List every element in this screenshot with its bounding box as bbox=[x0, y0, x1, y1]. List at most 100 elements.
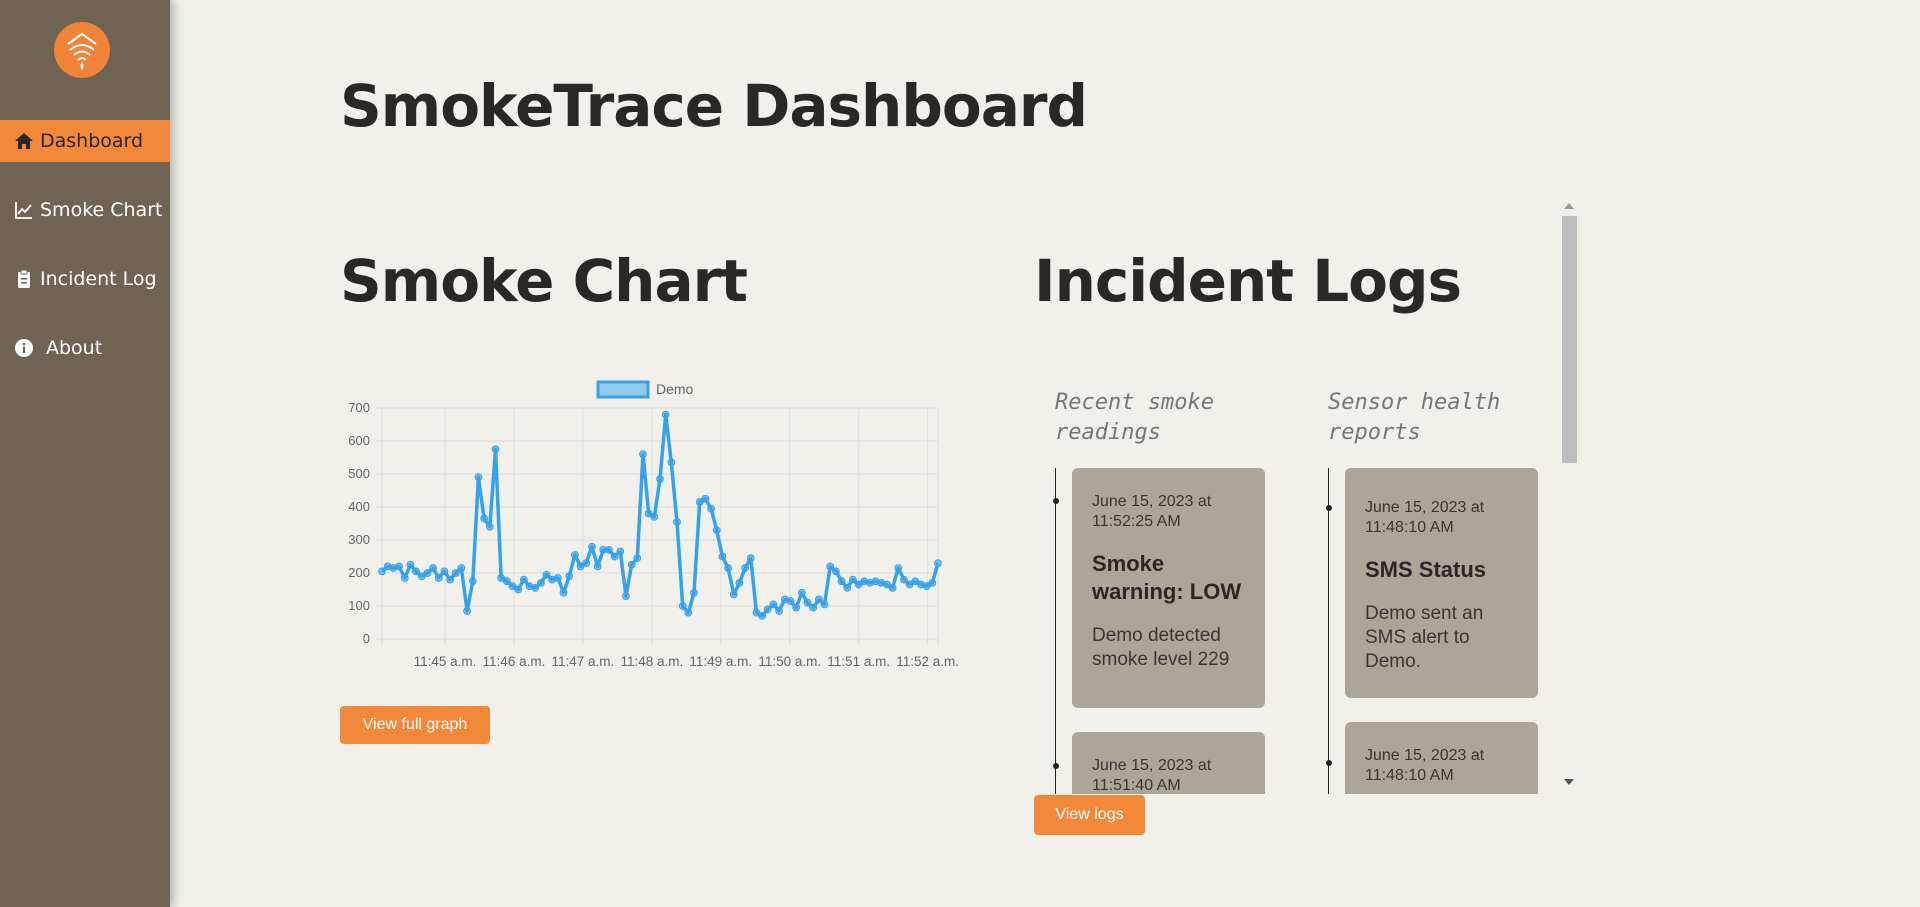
scrollbar-thumb[interactable] bbox=[1562, 216, 1577, 463]
data-point[interactable] bbox=[429, 564, 437, 572]
data-point[interactable] bbox=[622, 592, 630, 601]
data-point[interactable] bbox=[769, 600, 778, 609]
page-title: SmokeTrace Dashboard bbox=[340, 72, 1088, 140]
data-point[interactable] bbox=[542, 570, 551, 579]
log-card[interactable]: June 15, 2023 at 11:48:10 AM bbox=[1345, 722, 1538, 794]
data-point[interactable] bbox=[786, 597, 795, 605]
data-point[interactable] bbox=[463, 607, 472, 615]
data-point[interactable] bbox=[656, 475, 664, 483]
data-point[interactable] bbox=[792, 603, 801, 612]
data-point[interactable] bbox=[588, 542, 596, 551]
data-point[interactable] bbox=[457, 564, 466, 572]
nav-item-label: Smoke Chart bbox=[40, 199, 163, 221]
data-point[interactable] bbox=[514, 585, 523, 594]
data-point[interactable] bbox=[519, 575, 528, 584]
data-point[interactable] bbox=[712, 526, 721, 535]
series-line bbox=[380, 412, 940, 618]
data-point[interactable] bbox=[468, 577, 477, 586]
data-point[interactable] bbox=[684, 608, 693, 617]
nav-item-incident-log[interactable]: Incident Log bbox=[0, 258, 170, 300]
data-point[interactable] bbox=[673, 517, 681, 526]
data-point[interactable] bbox=[502, 577, 511, 586]
log-card-timestamp: June 15, 2023 at 11:52:25 AM bbox=[1092, 493, 1212, 530]
data-point[interactable] bbox=[894, 564, 903, 572]
data-point[interactable] bbox=[616, 547, 625, 556]
data-point[interactable] bbox=[559, 588, 568, 597]
data-point[interactable] bbox=[729, 590, 738, 599]
view-full-graph-button[interactable]: View full graph bbox=[340, 706, 490, 744]
data-point[interactable] bbox=[724, 564, 732, 572]
data-point[interactable] bbox=[531, 583, 540, 592]
data-point[interactable] bbox=[843, 583, 852, 592]
data-point[interactable] bbox=[831, 567, 840, 576]
data-point[interactable] bbox=[758, 612, 767, 620]
data-point[interactable] bbox=[474, 473, 483, 482]
data-point[interactable] bbox=[565, 572, 574, 581]
data-point[interactable] bbox=[934, 559, 942, 568]
data-point[interactable] bbox=[406, 560, 415, 569]
data-point[interactable] bbox=[412, 567, 420, 576]
data-point[interactable] bbox=[718, 552, 727, 561]
legend-swatch[interactable] bbox=[596, 380, 650, 399]
legend-label[interactable]: Demo bbox=[656, 381, 694, 397]
data-point[interactable] bbox=[900, 575, 908, 584]
data-point[interactable] bbox=[848, 575, 857, 584]
x-tick-label: 11:45 a.m. bbox=[414, 654, 477, 669]
data-point[interactable] bbox=[610, 552, 619, 561]
nav-item-about[interactable]: About bbox=[0, 327, 170, 369]
incident-logs-panel[interactable]: Recent smoke readings June 15, 2023 at 1… bbox=[1034, 200, 1578, 794]
data-point[interactable] bbox=[826, 562, 835, 571]
data-point[interactable] bbox=[803, 598, 812, 607]
data-point[interactable] bbox=[928, 579, 937, 587]
log-card[interactable]: June 15, 2023 at 11:51:40 AM bbox=[1072, 732, 1265, 794]
data-point[interactable] bbox=[627, 560, 636, 569]
data-point[interactable] bbox=[485, 522, 494, 531]
data-point[interactable] bbox=[536, 579, 545, 587]
x-tick-label: 11:52 a.m. bbox=[896, 654, 959, 669]
data-point[interactable] bbox=[553, 574, 562, 582]
data-point[interactable] bbox=[701, 494, 710, 503]
view-logs-button[interactable]: View logs bbox=[1034, 795, 1145, 835]
data-point[interactable] bbox=[440, 567, 449, 576]
data-point[interactable] bbox=[400, 574, 409, 582]
data-point[interactable] bbox=[650, 513, 659, 521]
data-point[interactable] bbox=[451, 569, 460, 577]
data-point[interactable] bbox=[593, 562, 602, 571]
data-point[interactable] bbox=[763, 605, 772, 614]
data-point[interactable] bbox=[837, 577, 846, 586]
wifi-flame-icon[interactable] bbox=[54, 22, 110, 78]
data-point[interactable] bbox=[775, 607, 784, 615]
scroll-up-icon[interactable] bbox=[1564, 203, 1574, 209]
data-point[interactable] bbox=[690, 588, 698, 597]
data-point[interactable] bbox=[746, 554, 755, 563]
data-point[interactable] bbox=[820, 600, 829, 609]
data-point[interactable] bbox=[809, 603, 818, 612]
data-point[interactable] bbox=[491, 445, 500, 454]
data-point[interactable] bbox=[582, 559, 591, 568]
data-point[interactable] bbox=[480, 514, 489, 523]
data-point[interactable] bbox=[633, 554, 642, 563]
data-point[interactable] bbox=[605, 546, 613, 554]
data-point[interactable] bbox=[378, 567, 386, 576]
data-point[interactable] bbox=[639, 450, 647, 459]
data-point[interactable] bbox=[434, 574, 443, 582]
data-point[interactable] bbox=[395, 562, 403, 571]
data-point[interactable] bbox=[423, 569, 432, 577]
data-point[interactable] bbox=[797, 588, 806, 597]
data-point[interactable] bbox=[888, 583, 897, 592]
scroll-down-icon[interactable] bbox=[1564, 779, 1574, 785]
log-card[interactable]: June 15, 2023 at 11:48:10 AM SMS Status … bbox=[1345, 468, 1538, 698]
data-point[interactable] bbox=[741, 564, 750, 572]
data-point[interactable] bbox=[735, 579, 744, 587]
nav-item-dashboard[interactable]: Dashboard bbox=[0, 120, 170, 162]
data-point[interactable] bbox=[570, 550, 579, 559]
log-card[interactable]: June 15, 2023 at 11:52:25 AM Smoke warni… bbox=[1072, 468, 1265, 708]
data-point[interactable] bbox=[661, 410, 670, 419]
data-point[interactable] bbox=[814, 595, 823, 604]
info-icon bbox=[14, 338, 34, 358]
data-point[interactable] bbox=[707, 504, 715, 513]
nav-item-smoke-chart[interactable]: Smoke Chart bbox=[0, 189, 170, 231]
data-point[interactable] bbox=[446, 575, 454, 584]
data-point[interactable] bbox=[667, 458, 676, 467]
data-point[interactable] bbox=[678, 602, 687, 610]
